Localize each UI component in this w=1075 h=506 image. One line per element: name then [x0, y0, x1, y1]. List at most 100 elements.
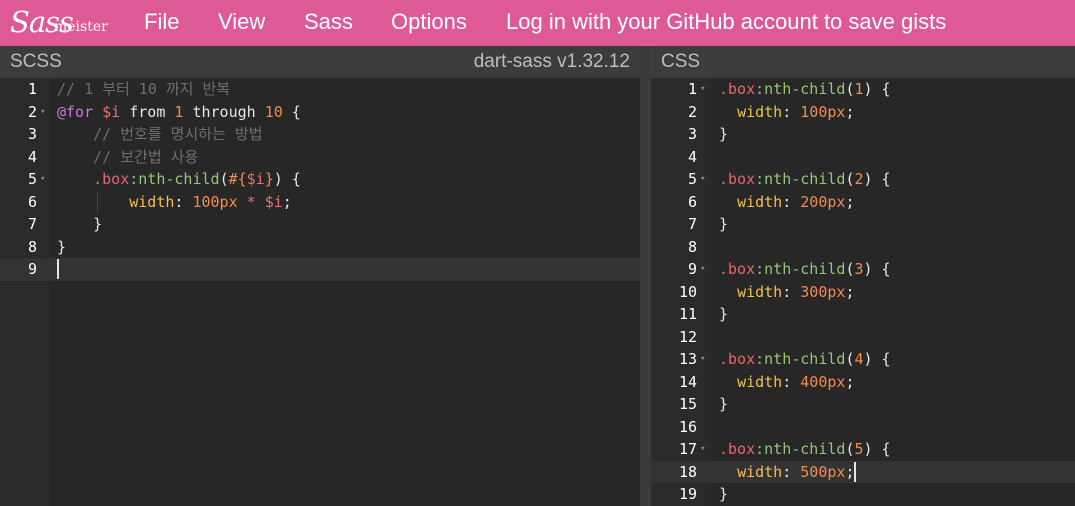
- code-token: }: [719, 125, 729, 143]
- code-token: :nth-child: [755, 170, 846, 188]
- code-line[interactable]: 6 width: 100px * $i;: [0, 191, 640, 214]
- code-line[interactable]: 8: [651, 236, 1075, 259]
- code-token: 4: [854, 350, 864, 368]
- logo-meister-text: meister: [54, 19, 108, 35]
- code-line[interactable]: 4: [651, 146, 1075, 169]
- code-token: 300px: [800, 282, 846, 301]
- code-token: 100px: [192, 192, 238, 211]
- panel-resize-divider[interactable]: [640, 46, 651, 506]
- code-line[interactable]: 7}: [651, 213, 1075, 236]
- code-line[interactable]: 9: [0, 258, 640, 281]
- code-line[interactable]: 13 ▾ .box:nth-child(4) {: [651, 348, 1075, 371]
- code-token: (: [219, 170, 229, 188]
- line-number: 11: [678, 305, 697, 323]
- code-token: }: [57, 237, 67, 256]
- code-line[interactable]: 2 width: 100px;: [651, 101, 1075, 124]
- code-line[interactable]: 10 width: 300px;: [651, 281, 1075, 304]
- code-text: .box:nth-child(2) {: [719, 168, 891, 191]
- code-line[interactable]: 9 ▾ .box:nth-child(3) {: [651, 258, 1075, 281]
- line-number: 7: [27, 215, 37, 233]
- code-token: width: [737, 462, 783, 481]
- code-line[interactable]: 1 // 1 부터 10 까지 반복: [0, 78, 640, 101]
- code-token: :nth-child: [129, 170, 220, 188]
- css-panel-header: CSS: [651, 46, 1075, 78]
- code-token: 2: [854, 170, 864, 188]
- line-number: 9: [27, 260, 37, 278]
- line-number: 1: [27, 80, 37, 98]
- code-token: }: [719, 215, 729, 233]
- line-number: 3: [27, 125, 37, 143]
- code-line[interactable]: 11}: [651, 303, 1075, 326]
- code-line[interactable]: 18 width: 500px;: [651, 460, 1075, 483]
- code-text: // 1 부터 10 까지 반복: [57, 78, 230, 101]
- code-line[interactable]: 5 ▾ .box:nth-child(2) {: [651, 168, 1075, 191]
- code-text: .box:nth-child(4) {: [719, 348, 891, 371]
- line-number: 19: [678, 485, 697, 503]
- code-line[interactable]: 6 width: 200px;: [651, 191, 1075, 214]
- line-number: 6: [27, 192, 37, 211]
- github-login-link[interactable]: Log in with your GitHub account to save …: [506, 9, 946, 35]
- sassmeister-logo[interactable]: Sass meister: [10, 5, 110, 41]
- scss-panel-header: SCSS dart-sass v1.32.12: [0, 46, 640, 78]
- code-text: }: [719, 123, 728, 146]
- code-token: width: [737, 192, 783, 211]
- line-number: 14: [678, 372, 697, 391]
- code-line[interactable]: 19}: [651, 483, 1075, 506]
- fold-toggle-icon[interactable]: ▾: [40, 168, 45, 191]
- code-token: ) {: [273, 170, 301, 188]
- code-token: ;: [845, 102, 855, 121]
- code-line[interactable]: 1 ▾ .box:nth-child(1) {: [651, 78, 1075, 101]
- code-token: :nth-child: [755, 260, 846, 278]
- code-token: $i: [264, 192, 283, 211]
- code-line[interactable]: 16: [651, 416, 1075, 439]
- menu-view[interactable]: View: [218, 9, 265, 35]
- code-text: width: 100px;: [719, 101, 854, 124]
- code-token: :nth-child: [755, 350, 846, 368]
- fold-toggle-icon[interactable]: ▾: [700, 438, 705, 461]
- fold-toggle-icon[interactable]: ▾: [700, 168, 705, 191]
- code-line[interactable]: 17 ▾ .box:nth-child(5) {: [651, 438, 1075, 461]
- menu-file[interactable]: File: [144, 9, 179, 35]
- code-token: ) {: [863, 440, 891, 458]
- code-token: $i: [246, 170, 265, 188]
- line-number: 3: [687, 125, 697, 143]
- menu-options[interactable]: Options: [391, 9, 467, 35]
- code-token: // 보간법 사용: [57, 147, 199, 166]
- code-token: // 번호를 명시하는 방법: [57, 125, 263, 143]
- code-text: }: [57, 213, 102, 236]
- css-output-editor[interactable]: 1 ▾ .box:nth-child(1) {2 width: 100px; 3} 4 5…: [651, 78, 1075, 506]
- code-token: :nth-child: [755, 80, 846, 98]
- code-token: }: [719, 395, 729, 413]
- fold-toggle-icon[interactable]: ▾: [700, 348, 705, 371]
- code-line[interactable]: 15}: [651, 393, 1075, 416]
- fold-toggle-icon[interactable]: ▾: [700, 78, 705, 101]
- scss-editor[interactable]: 1// 1 부터 10 까지 반복 2 ▾ @for $i from 1 throug…: [0, 78, 640, 506]
- fold-toggle-icon[interactable]: ▾: [700, 258, 705, 281]
- css-panel-title: CSS: [661, 51, 701, 72]
- code-line[interactable]: 12: [651, 326, 1075, 349]
- code-line[interactable]: 4 // 보간법 사용: [0, 146, 640, 169]
- code-text: width: 300px;: [719, 281, 854, 304]
- code-line[interactable]: 7 }: [0, 213, 640, 236]
- code-token: .box: [719, 260, 756, 278]
- line-number: 12: [678, 327, 697, 346]
- code-line[interactable]: 2 ▾ @for $i from 1 through 10 {: [0, 101, 640, 124]
- code-token: :: [782, 462, 801, 481]
- code-line[interactable]: 14 width: 400px;: [651, 371, 1075, 394]
- code-text: @for $i from 1 through 10 {: [57, 101, 301, 124]
- code-token: ) {: [863, 170, 891, 188]
- code-token: :: [782, 192, 801, 211]
- code-token: .box: [719, 440, 756, 458]
- code-line[interactable]: 8}: [0, 236, 640, 259]
- code-line[interactable]: 3 // 번호를 명시하는 방법: [0, 123, 640, 146]
- fold-toggle-icon[interactable]: ▾: [40, 101, 45, 124]
- code-token: // 1 부터 10 까지 반복: [57, 80, 231, 98]
- code-line[interactable]: 5 ▾ .box:nth-child(#{$i}) {: [0, 168, 640, 191]
- code-line[interactable]: 3}: [651, 123, 1075, 146]
- compiler-version-selector[interactable]: dart-sass v1.32.12: [474, 51, 630, 73]
- code-token: .box: [719, 80, 756, 98]
- menu-sass[interactable]: Sass: [304, 9, 353, 35]
